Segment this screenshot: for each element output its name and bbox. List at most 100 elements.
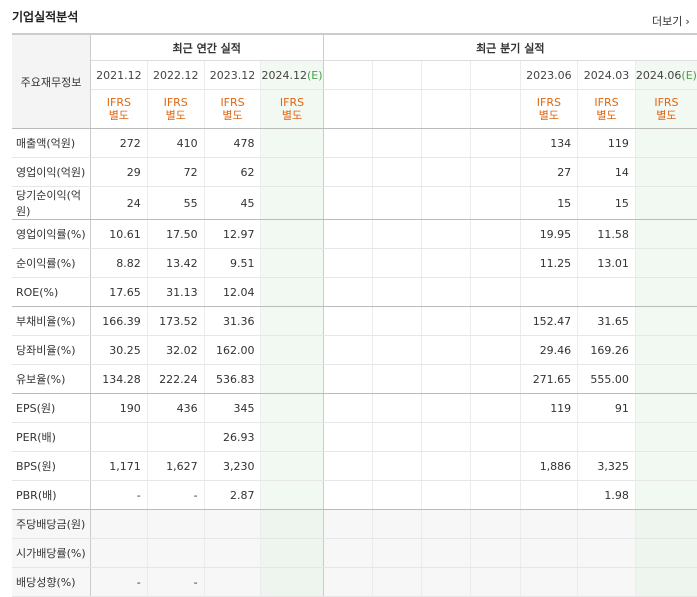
table-cell	[421, 248, 471, 278]
table-cell: 15	[577, 186, 636, 220]
table-cell	[421, 335, 471, 365]
ifrs-standard: IFRS	[594, 96, 619, 109]
table-cell	[322, 219, 373, 249]
table-cell: 12.04	[203, 277, 261, 307]
table-cell	[146, 509, 205, 539]
table-cell	[421, 480, 471, 510]
table-cell: 152.47	[519, 306, 578, 336]
table-cell: 1,627	[146, 451, 205, 481]
annual-header: 최근 연간 실적	[90, 33, 324, 61]
more-link[interactable]: 더보기 ›	[652, 13, 690, 29]
table-cell: 11.25	[519, 248, 578, 278]
table-row: 주당배당금(원)	[12, 509, 697, 539]
period-date: 2021.12	[90, 60, 148, 90]
row-label: 부채비율(%)	[12, 306, 91, 336]
table-cell: 17.65	[90, 277, 148, 307]
table-cell: -	[146, 480, 205, 510]
table-cell	[634, 538, 697, 568]
table-cell	[421, 157, 471, 187]
table-cell	[634, 335, 697, 365]
table-cell: 119	[519, 393, 578, 423]
table-row: BPS(원) 1,171 1,627 3,230 1,886 3,325	[12, 451, 697, 481]
ifrs-scope: 별도	[538, 109, 559, 122]
table-cell: 555.00	[577, 364, 636, 394]
table-cell	[260, 335, 324, 365]
table-cell: 17.50	[146, 219, 205, 249]
table-row: 매출액(억원) 272 410 478 134 119	[12, 128, 697, 158]
ifrs-label: IFRS 별도	[90, 89, 148, 129]
estimate-mark: (E)	[306, 68, 323, 82]
table-cell: 8.82	[90, 248, 148, 278]
table-cell	[203, 567, 261, 597]
table-cell	[260, 567, 324, 597]
table-cell	[90, 538, 148, 568]
table-row: 배당성향(%) - -	[12, 567, 697, 597]
table-row: 영업이익률(%) 10.61 17.50 12.97 19.95 11.58	[12, 219, 697, 249]
more-label: 더보기	[652, 15, 683, 28]
table-cell	[470, 480, 521, 510]
table-cell: 19.95	[519, 219, 578, 249]
table-cell: 190	[90, 393, 148, 423]
table-cell: 162.00	[203, 335, 261, 365]
table-cell	[371, 219, 422, 249]
table-cell	[146, 538, 205, 568]
table-cell: 1,886	[519, 451, 578, 481]
table-cell: 345	[203, 393, 261, 423]
table-cell	[634, 567, 697, 597]
table-cell	[371, 364, 422, 394]
table-cell	[577, 422, 636, 452]
table-cell	[421, 538, 471, 568]
row-label: 당좌비율(%)	[12, 335, 91, 365]
table-cell	[371, 509, 422, 539]
quarter-header: 최근 분기 실적	[323, 33, 697, 61]
ifrs-label	[421, 89, 471, 129]
table-cell	[470, 567, 521, 597]
ifrs-scope: 별도	[165, 109, 186, 122]
table-cell	[260, 128, 324, 158]
table-cell: 119	[577, 128, 636, 158]
table-cell: 9.51	[203, 248, 261, 278]
table-cell	[470, 509, 521, 539]
table-cell: 436	[146, 393, 205, 423]
table-cell	[634, 248, 697, 278]
table-cell: 12.97	[203, 219, 261, 249]
table-cell: 29	[90, 157, 148, 187]
row-label: 매출액(억원)	[12, 128, 91, 158]
table-cell: 31.65	[577, 306, 636, 336]
table-cell: 29.46	[519, 335, 578, 365]
table-cell	[470, 248, 521, 278]
table-cell	[322, 393, 373, 423]
section-title: 기업실적분석	[12, 10, 79, 24]
table-cell	[577, 277, 636, 307]
row-label: 순이익률(%)	[12, 248, 91, 278]
table-cell: 15	[519, 186, 578, 220]
table-cell	[634, 422, 697, 452]
table-cell	[519, 538, 578, 568]
ifrs-label	[470, 89, 521, 129]
table-cell	[519, 567, 578, 597]
financial-table: 주요재무정보 최근 연간 실적 최근 분기 실적 2021.12 2022.12 2…	[12, 33, 697, 597]
table-cell	[519, 509, 578, 539]
ifrs-label: IFRS 별도	[260, 89, 324, 129]
table-cell	[519, 422, 578, 452]
table-cell: 14	[577, 157, 636, 187]
ifrs-scope: 별도	[108, 109, 129, 122]
table-row: PBR(배) - -2.87 1.98	[12, 480, 697, 510]
period-date-text: 2024.03	[583, 68, 630, 82]
table-cell: 536.83	[203, 364, 261, 394]
period-date	[371, 60, 422, 90]
table-cell	[260, 364, 324, 394]
table-cell	[260, 451, 324, 481]
table-cell: 3,325	[577, 451, 636, 481]
table-cell: 62	[203, 157, 261, 187]
table-cell	[634, 509, 697, 539]
table-cell: 45	[203, 186, 261, 220]
table-cell: 27	[519, 157, 578, 187]
table-cell	[146, 422, 205, 452]
period-date	[470, 60, 521, 90]
table-cell	[470, 451, 521, 481]
table-cell	[371, 157, 422, 187]
period-date: 2023.12	[203, 60, 261, 90]
table-cell: 30.25	[90, 335, 148, 365]
ifrs-label	[322, 89, 373, 129]
